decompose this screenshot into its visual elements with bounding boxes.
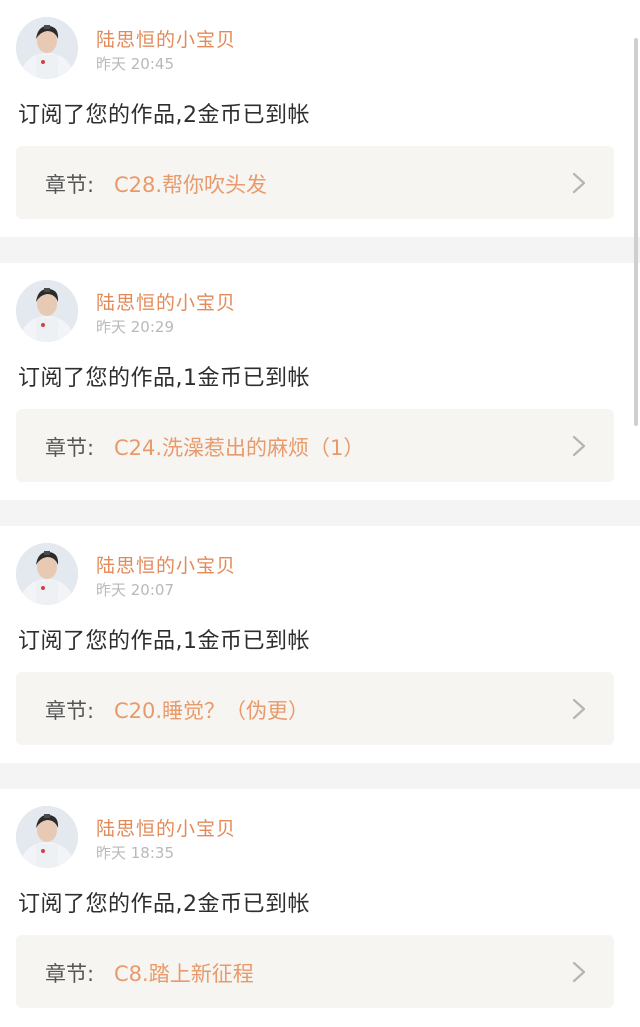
chapter-title: C8.踏上新征程 (114, 962, 254, 986)
scrollbar[interactable] (634, 38, 638, 426)
notification-card: 陆思恒的小宝贝 昨天 20:29 订阅了您的作品,1金币已到帐 章节: C24.… (0, 263, 640, 500)
chapter-label: 章节: (45, 962, 95, 986)
notification-card: 陆思恒的小宝贝 昨天 20:07 订阅了您的作品,1金币已到帐 章节: C20.… (0, 526, 640, 763)
notification-message: 订阅了您的作品,1金币已到帐 (18, 366, 310, 391)
chapter-title: C28.帮你吹头发 (114, 173, 268, 197)
username[interactable]: 陆思恒的小宝贝 (96, 25, 236, 52)
notification-message: 订阅了您的作品,1金币已到帐 (18, 629, 310, 654)
user-avatar[interactable] (16, 17, 78, 79)
timestamp: 昨天 20:45 (96, 55, 174, 73)
chevron-right-icon (572, 435, 586, 457)
chevron-right-icon (572, 172, 586, 194)
notification-feed: 陆思恒的小宝贝 昨天 20:45 订阅了您的作品,2金币已到帐 章节: C28.… (0, 0, 640, 1027)
timestamp: 昨天 20:29 (96, 318, 174, 336)
user-avatar[interactable] (16, 280, 78, 342)
username[interactable]: 陆思恒的小宝贝 (96, 288, 236, 315)
chapter-link[interactable]: 章节: C8.踏上新征程 (16, 935, 614, 1008)
timestamp: 昨天 18:35 (96, 844, 174, 862)
notification-message: 订阅了您的作品,2金币已到帐 (18, 103, 310, 128)
notification-message: 订阅了您的作品,2金币已到帐 (18, 892, 310, 917)
notification-card: 陆思恒的小宝贝 昨天 20:45 订阅了您的作品,2金币已到帐 章节: C28.… (0, 0, 640, 237)
chapter-label: 章节: (45, 173, 95, 197)
chapter-link[interactable]: 章节: C20.睡觉？（伪更） (16, 672, 614, 745)
username[interactable]: 陆思恒的小宝贝 (96, 551, 236, 578)
timestamp: 昨天 20:07 (96, 581, 174, 599)
user-avatar[interactable] (16, 543, 78, 605)
chapter-label: 章节: (45, 436, 95, 460)
chapter-label: 章节: (45, 699, 95, 723)
user-avatar[interactable] (16, 806, 78, 868)
notification-card: 陆思恒的小宝贝 昨天 18:35 订阅了您的作品,2金币已到帐 章节: C8.踏… (0, 789, 640, 1027)
chapter-link[interactable]: 章节: C24.洗澡惹出的麻烦（1） (16, 409, 614, 482)
username[interactable]: 陆思恒的小宝贝 (96, 814, 236, 841)
chapter-title: C24.洗澡惹出的麻烦（1） (114, 436, 365, 460)
chapter-link[interactable]: 章节: C28.帮你吹头发 (16, 146, 614, 219)
chevron-right-icon (572, 961, 586, 983)
chapter-title: C20.睡觉？（伪更） (114, 699, 310, 723)
chevron-right-icon (572, 698, 586, 720)
